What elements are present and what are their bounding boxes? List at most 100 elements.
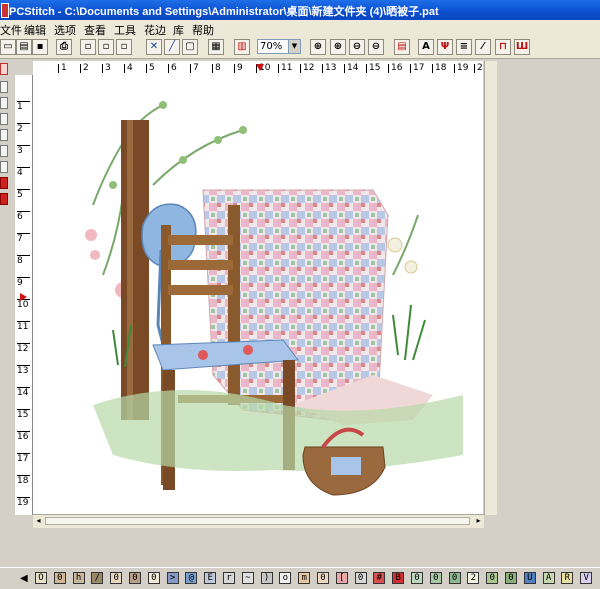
ruler-tick: 2 [17, 123, 30, 134]
open-icon[interactable]: ▤ [16, 39, 32, 55]
horizontal-scrollbar[interactable]: ◂ ▸ [33, 514, 484, 528]
app-icon [1, 3, 9, 18]
palette-swatch[interactable]: 0 [129, 572, 141, 584]
pattern-canvas[interactable] [33, 75, 483, 515]
text-icon[interactable]: A [418, 39, 434, 55]
print-icon[interactable]: ⎙ [56, 39, 72, 55]
thread-icon[interactable]: Ш [514, 39, 530, 55]
palette-swatch[interactable]: 0 [110, 572, 123, 584]
zoom-select[interactable]: 70% ▼ [257, 39, 301, 54]
ruler-tick: 5 [146, 63, 155, 73]
tool-7-icon[interactable] [0, 161, 8, 173]
palette-swatch[interactable]: 0 [429, 572, 442, 584]
ruler-tick: 2 [80, 63, 89, 73]
zoom-reset-icon[interactable]: ⊖ [368, 39, 384, 55]
ruler-tick: 7 [17, 233, 30, 244]
save-icon[interactable]: ▪ [32, 39, 48, 55]
palette-swatch[interactable]: 2 [467, 572, 480, 584]
chevron-down-icon[interactable]: ▼ [288, 40, 300, 53]
palette-swatch[interactable]: O [35, 572, 47, 584]
palette-swatch[interactable]: 0 [448, 572, 461, 584]
palette-left-icon[interactable]: ◀ [20, 573, 28, 584]
palette-swatch[interactable]: r [223, 572, 235, 584]
palette-swatch[interactable]: A [542, 572, 555, 584]
tool-3-icon[interactable] [0, 97, 8, 109]
palette-swatch[interactable]: 0 [411, 572, 423, 584]
highlight-icon[interactable]: ⊓ [495, 39, 511, 55]
menu-edit[interactable]: 编辑 [24, 22, 46, 38]
palette-swatch[interactable]: R [561, 572, 574, 584]
tool-8-icon[interactable] [0, 177, 8, 189]
palette-swatch[interactable]: [ [335, 572, 348, 584]
palette-swatch[interactable]: ~ [241, 572, 254, 584]
horizontal-ruler: 1 2 3 4 5 6 7 8 9 10 11 12 13 14 15 16 1… [33, 61, 483, 76]
menu-view[interactable]: 查看 [84, 22, 106, 38]
eraser-icon[interactable]: ≡ [456, 39, 472, 55]
tool-1-icon[interactable] [0, 63, 8, 75]
paste-icon[interactable]: ▫ [116, 39, 132, 55]
palette-swatch[interactable]: 0 [53, 572, 66, 584]
eyedropper-icon[interactable]: ⁄ [475, 39, 491, 55]
menu-border[interactable]: 花边 [144, 22, 166, 38]
palette-swatch[interactable]: B [392, 572, 405, 584]
palette-swatch[interactable]: o [279, 572, 292, 584]
menu-file[interactable]: 文件 [0, 22, 22, 38]
menu-tools[interactable]: 工具 [114, 22, 136, 38]
palette-icon[interactable]: ▥ [234, 39, 250, 55]
copy-icon[interactable]: ▫ [80, 39, 96, 55]
zoom-in-icon[interactable]: ⊕ [310, 39, 326, 55]
ruler-tick: 19 [453, 63, 469, 73]
tool-2-icon[interactable] [0, 81, 8, 93]
ruler-tick: 9 [17, 277, 30, 288]
color-palette: ◀ O 0 h/0 0 0 > @ Er ~) o m 0[0 # B 0 0 0 2 0 0 U A R V [0, 567, 600, 589]
menu-options[interactable]: 选项 [54, 22, 76, 38]
symbol-icon[interactable]: ▤ [394, 39, 410, 55]
ruler-tick: 3 [102, 63, 111, 73]
zoom-fit-icon[interactable]: ⊖ [349, 39, 365, 55]
palette-swatch[interactable]: h [72, 572, 85, 584]
grid-icon[interactable]: ▦ [208, 39, 224, 55]
window-title: PCStitch - C:\Documents and Settings\Adm… [9, 6, 439, 18]
palette-swatch[interactable]: / [91, 572, 104, 584]
menu-library[interactable]: 库 [173, 22, 184, 38]
ruler-tick: 6 [17, 211, 30, 222]
ruler-tick: 15 [17, 409, 30, 420]
palette-swatch[interactable]: U [523, 572, 536, 584]
palette-swatch[interactable]: V [580, 572, 593, 584]
palette-swatch[interactable]: 0 [486, 572, 499, 584]
palette-swatch[interactable]: > [166, 572, 179, 584]
palette-swatch[interactable]: # [373, 572, 386, 584]
ruler-tick: 15 [365, 63, 381, 73]
tool-4-icon[interactable] [0, 113, 8, 125]
full-stitch-icon[interactable]: ✕ [146, 39, 162, 55]
palette-swatch[interactable]: m [298, 572, 311, 584]
tool-9-icon[interactable] [0, 193, 8, 205]
backstitch-icon[interactable]: ╱ [164, 39, 180, 55]
palette-swatch[interactable]: 0 [354, 572, 367, 584]
palette-swatch[interactable]: 0 [317, 572, 329, 584]
palette-swatch[interactable]: @ [185, 572, 198, 584]
ruler-marker-icon [20, 293, 27, 301]
new-icon[interactable]: ▭ [0, 39, 16, 55]
zoom-out-icon[interactable]: ⊕ [330, 39, 346, 55]
select-icon[interactable]: ▢ [182, 39, 198, 55]
vertical-scrollbar[interactable] [484, 61, 497, 515]
ruler-tick: 1 [17, 101, 30, 112]
fill-icon[interactable]: Ψ [437, 39, 453, 55]
cut-icon[interactable]: ▫ [98, 39, 114, 55]
tool-6-icon[interactable] [0, 145, 8, 157]
ruler-tick: 18 [17, 475, 30, 486]
tool-5-icon[interactable] [0, 129, 8, 141]
scroll-right-icon[interactable]: ▸ [474, 516, 483, 526]
ruler-tick: 14 [343, 63, 359, 73]
ruler-tick: 14 [17, 387, 30, 398]
palette-swatch[interactable]: 0 [147, 572, 160, 584]
menu-help[interactable]: 帮助 [192, 22, 214, 38]
palette-swatch[interactable]: E [204, 572, 217, 584]
zoom-value: 70% [260, 41, 283, 52]
scroll-left-icon[interactable]: ◂ [34, 516, 43, 526]
ruler-tick: 11 [277, 63, 293, 73]
palette-swatch[interactable]: ) [260, 572, 273, 584]
scroll-thumb[interactable] [45, 517, 470, 525]
palette-swatch[interactable]: 0 [505, 572, 517, 584]
